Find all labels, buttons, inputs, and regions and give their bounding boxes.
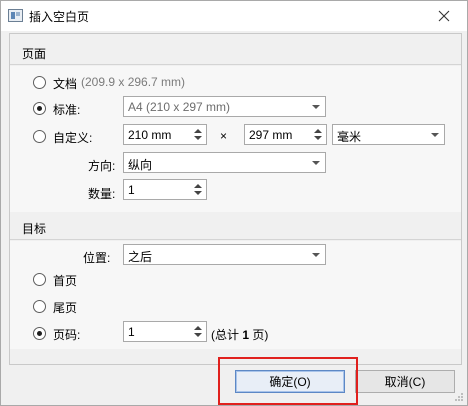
times-sign: ×: [220, 129, 228, 143]
total-prefix: (总计: [211, 328, 243, 342]
unit-select[interactable]: 毫米: [332, 124, 445, 145]
chevron-down-icon: [312, 253, 320, 257]
document-size-dimensions: (209.9 x 296.7 mm): [81, 75, 186, 89]
document-size-radio[interactable]: [33, 76, 46, 89]
target-section-header: 目标: [10, 214, 461, 240]
count-value: 1: [128, 183, 135, 197]
page-number-value: 1: [128, 325, 135, 339]
custom-width-value: 210 mm: [128, 128, 172, 142]
position-select[interactable]: 之后: [123, 244, 326, 265]
total-suffix: 页): [249, 328, 269, 342]
custom-size-radio[interactable]: [33, 130, 46, 143]
cancel-button-label: 取消(C): [384, 375, 426, 389]
spin-up-icon[interactable]: [314, 129, 322, 133]
spin-up-icon[interactable]: [194, 326, 202, 330]
spin-down-icon[interactable]: [194, 333, 202, 337]
insert-blank-page-dialog: 插入空白页 页面 文档 (209.9 x 296.7 mm) 标准: A4 (2…: [0, 0, 468, 406]
spin-down-icon[interactable]: [194, 136, 202, 140]
chevron-down-icon: [312, 105, 320, 109]
custom-height-spinner[interactable]: 297 mm: [244, 124, 327, 145]
orientation-label: 方向:: [88, 159, 116, 173]
app-window-icon: [8, 9, 23, 22]
page-section-header: 页面: [10, 39, 461, 65]
spin-down-icon[interactable]: [194, 191, 202, 195]
first-page-label: 首页: [53, 274, 78, 288]
orientation-select[interactable]: 纵向: [123, 152, 326, 173]
page-number-spinner[interactable]: 1: [123, 321, 207, 342]
standard-size-radio[interactable]: [33, 102, 46, 115]
standard-size-label: 标准:: [53, 103, 81, 117]
standard-size-select[interactable]: A4 (210 x 297 mm): [123, 96, 326, 117]
page-number-radio[interactable]: [33, 327, 46, 340]
first-page-radio[interactable]: [33, 273, 46, 286]
custom-width-spinner[interactable]: 210 mm: [123, 124, 207, 145]
last-page-label: 尾页: [53, 301, 78, 315]
chevron-down-icon: [431, 133, 439, 137]
page-number-label: 页码:: [53, 328, 81, 342]
custom-size-label: 自定义:: [53, 131, 93, 145]
resize-grip-icon[interactable]: [454, 392, 464, 402]
spin-down-icon[interactable]: [314, 136, 322, 140]
spin-up-icon[interactable]: [194, 184, 202, 188]
document-size-label: 文档: [53, 77, 78, 91]
chevron-down-icon: [312, 161, 320, 165]
standard-size-value: A4 (210 x 297 mm): [128, 100, 231, 114]
unit-value: 毫米: [337, 130, 362, 144]
last-page-radio[interactable]: [33, 300, 46, 313]
page-section-title: 页面: [22, 47, 47, 61]
annotation-highlight-box: [218, 357, 358, 405]
spin-up-icon[interactable]: [194, 129, 202, 133]
close-button[interactable]: [421, 1, 467, 31]
custom-height-value: 297 mm: [249, 128, 293, 142]
orientation-value: 纵向: [128, 158, 153, 172]
total-pages-text: (总计 1 页): [211, 326, 268, 343]
count-spinner[interactable]: 1: [123, 179, 207, 200]
close-icon: [438, 10, 450, 22]
dialog-title: 插入空白页: [29, 10, 90, 24]
position-label: 位置:: [83, 251, 111, 265]
target-section-title: 目标: [22, 222, 47, 236]
title-bar[interactable]: 插入空白页: [1, 1, 467, 31]
count-label: 数量:: [88, 187, 116, 201]
cancel-button[interactable]: 取消(C): [355, 370, 455, 393]
position-value: 之后: [128, 250, 153, 264]
